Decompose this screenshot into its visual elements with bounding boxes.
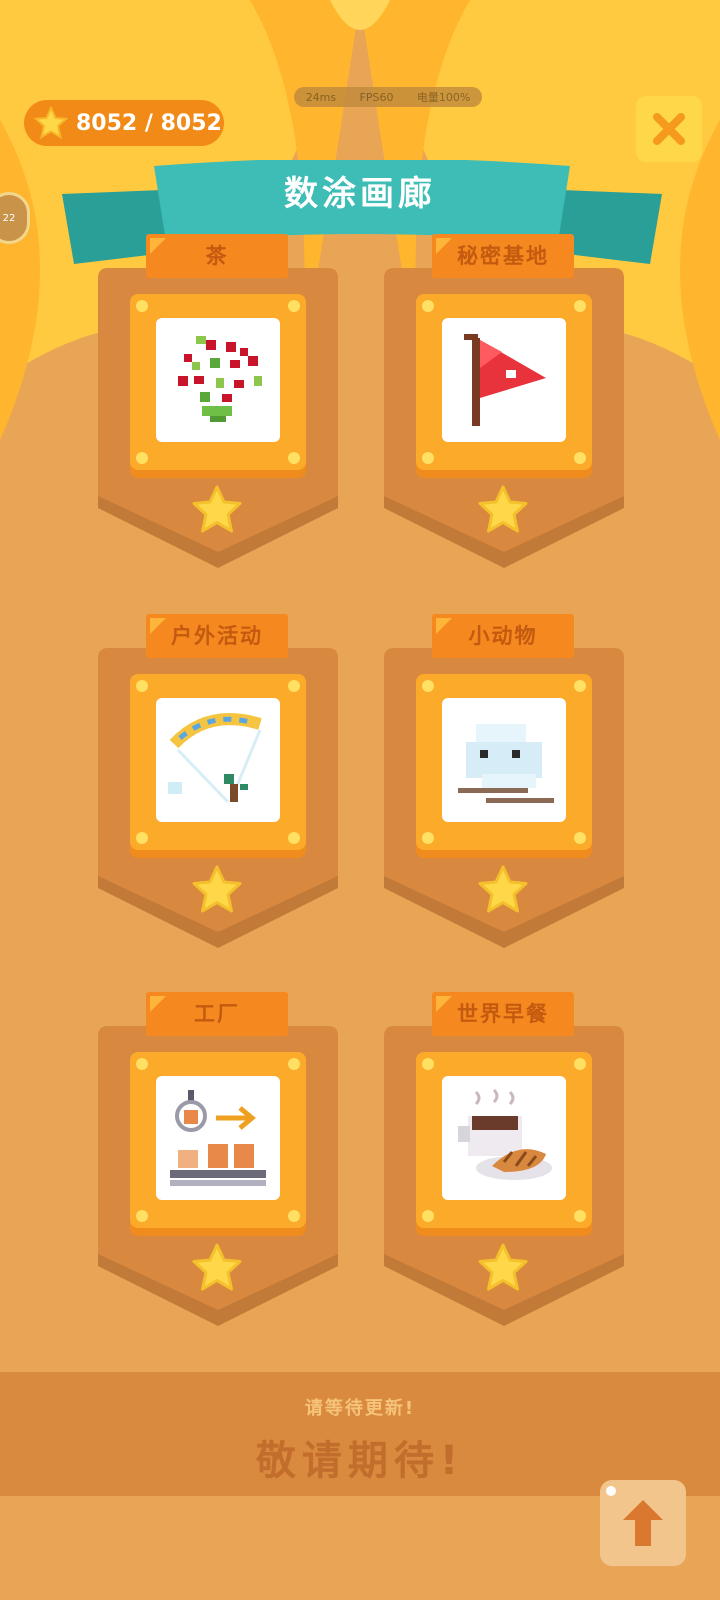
scroll-up-button[interactable] [600,1480,686,1566]
category-tab: 茶 [146,234,288,278]
category-card-secret-base[interactable]: 秘密基地 [384,234,624,568]
breakfast-art [442,1076,566,1200]
bird-art [442,698,566,822]
ping-readout: 24ms [305,90,337,104]
coming-soon-subtitle: 请等待更新! [304,1398,416,1419]
paraglider-art [156,698,280,822]
close-icon [653,113,685,145]
category-card-small-animals[interactable]: 小动物 [384,614,624,948]
flag-art [442,318,566,442]
star-icon [192,1243,242,1291]
category-card-factory[interactable]: 工厂 [98,992,338,1326]
fps-readout: FPS60 [359,90,394,104]
art-frame [416,1052,592,1228]
side-badge-number: 22 [2,212,16,224]
category-label: 茶 [205,244,229,268]
coming-soon-title: 敬请期待! [255,1438,465,1484]
art-frame [130,1052,306,1228]
factory-art [156,1076,280,1200]
art-frame [130,294,306,470]
category-card-tea[interactable]: 茶 [98,234,338,568]
category-card-world-breakfast[interactable]: 世界早餐 [384,992,624,1326]
category-label: 工厂 [194,1002,240,1026]
category-tab: 户外活动 [146,614,288,658]
category-label: 世界早餐 [457,1002,549,1026]
category-label: 小动物 [468,624,538,648]
art-frame [416,674,592,850]
category-card-outdoor[interactable]: 户外活动 [98,614,338,948]
tea-berries-art [156,318,280,442]
coin-count: 8052 / 8052 [76,110,222,136]
power-readout: 电量100% [416,91,471,104]
art-frame [416,294,592,470]
category-label: 户外活动 [171,624,263,648]
category-label: 秘密基地 [457,244,549,268]
star-icon [34,106,68,140]
star-icon [478,865,528,913]
star-icon [192,485,242,533]
category-tab: 世界早餐 [432,992,574,1036]
page-title: 数涂画廊 [284,174,436,214]
category-tab: 工厂 [146,992,288,1036]
coin-counter: 8052 / 8052 [24,100,224,146]
status-bar: 24ms FPS60 电量100% [294,87,482,107]
arrow-up-icon [623,1500,663,1546]
art-frame [130,674,306,850]
star-icon [478,485,528,533]
category-tab: 小动物 [432,614,574,658]
close-button[interactable] [636,96,702,162]
category-tab: 秘密基地 [432,234,574,278]
star-icon [478,1243,528,1291]
star-icon [192,865,242,913]
